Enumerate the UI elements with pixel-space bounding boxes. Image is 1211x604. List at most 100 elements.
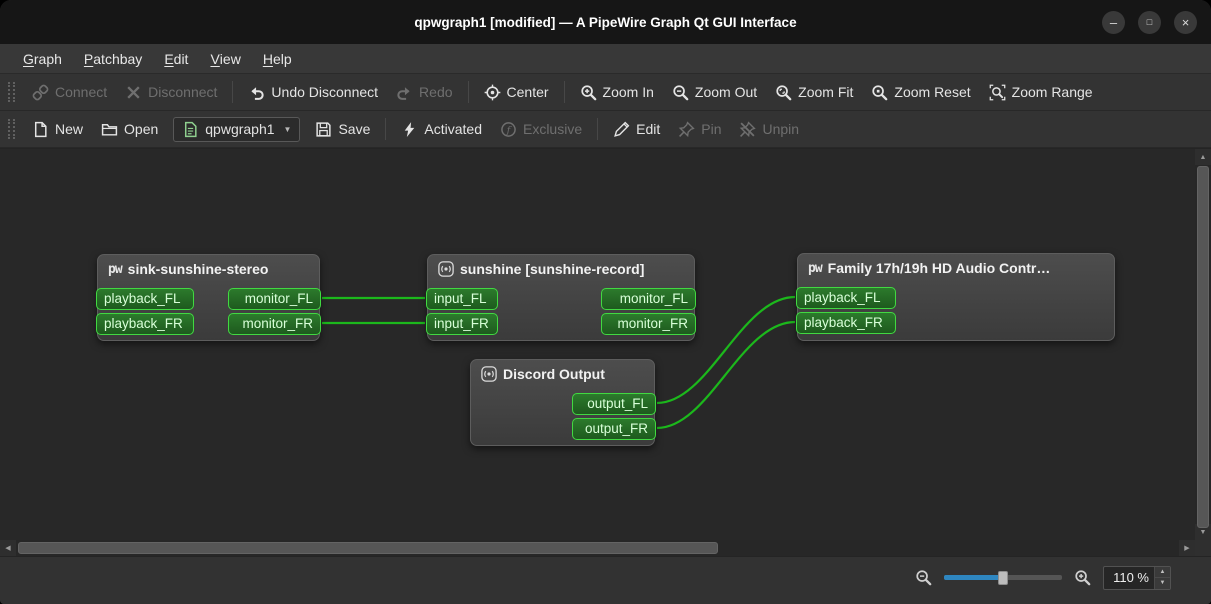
vertical-scrollbar[interactable]: ▲ ▼ [1195,149,1211,540]
toolbar-separator [563,81,565,103]
node-sink-sunshine-stereo[interactable]: pw sink-sunshine-stereo playback_FL play… [96,254,321,341]
zoom-percentage-spinbox[interactable]: 110 % ▲ ▼ [1103,565,1171,590]
menu-edit[interactable]: Edit [153,44,199,73]
toolbar-separator [597,118,599,140]
combo-dropdown-icon[interactable]: ▼ [284,125,292,134]
open-button[interactable]: Open [92,116,167,143]
pipewire-icon: pw [808,260,823,276]
center-button[interactable]: Center [475,79,558,106]
hscroll-track[interactable] [16,540,1179,556]
undo-disconnect-button[interactable]: Undo Disconnect [239,79,387,106]
zoom-fit-button[interactable]: Zoom Fit [766,79,862,106]
exclusive-toggle[interactable]: f Exclusive [491,116,591,143]
vscroll-thumb[interactable] [1197,166,1209,528]
port-monitor_FL[interactable]: monitor_FL [601,288,696,310]
redo-button[interactable]: Redo [387,79,461,106]
port-monitor_FL[interactable]: monitor_FL [228,288,321,310]
activated-toggle[interactable]: Activated [392,116,491,143]
zoom-out-button[interactable]: Zoom Out [663,79,766,106]
zoom-range-button[interactable]: Zoom Range [980,79,1102,106]
zoom-slider[interactable] [944,570,1062,586]
close-button[interactable]: × [1174,10,1197,34]
toolbar-separator [385,118,387,140]
menubar: Graph Patchbay Edit View Help [0,44,1211,74]
window-title: qpwgraph1 [modified] — A PipeWire Graph … [414,14,797,30]
vscroll-track[interactable] [1195,165,1211,528]
monitor-icon [438,261,454,277]
scroll-left-icon[interactable]: ◀ [0,540,16,556]
zoom-out-icon[interactable] [915,569,932,586]
menu-patchbay[interactable]: Patchbay [73,44,153,73]
maximize-button[interactable]: □ [1138,10,1161,34]
unpin-label: Unpin [762,121,800,137]
zoom-in-label: Zoom In [602,84,654,100]
session-combobox[interactable]: qpwgraph1 ▼ [173,116,301,142]
port-playback_FR[interactable]: playback_FR [796,312,896,334]
spin-down-icon[interactable]: ▼ [1155,577,1170,589]
node-discord-output[interactable]: Discord Output output_FL output_FR [470,359,656,446]
svg-text:f: f [506,124,512,135]
zoom-reset-button[interactable]: Zoom Reset [862,79,979,106]
spin-up-icon[interactable]: ▲ [1155,566,1170,577]
zoom-value: 110 % [1113,570,1149,585]
menu-help[interactable]: Help [252,44,303,73]
node-title: Family 17h/19h HD Audio Contr… [827,260,1051,276]
session-name: qpwgraph1 [205,121,275,137]
port-monitor_FR[interactable]: monitor_FR [228,313,321,335]
activated-label: Activated [424,121,482,137]
new-button[interactable]: New [23,116,92,143]
node-sunshine[interactable]: sunshine [sunshine-record] input_FL inpu… [426,254,696,341]
port-playback_FL[interactable]: playback_FL [96,288,194,310]
new-file-icon [32,121,49,138]
minimize-button[interactable]: – [1102,10,1125,34]
toolbar-handle[interactable] [8,119,15,139]
statusbar: 110 % ▲ ▼ [0,556,1211,604]
zoom-in-icon[interactable] [1074,569,1091,586]
connections-layer [321,295,796,430]
new-label: New [55,121,84,137]
node-title: sink-sunshine-stereo [127,261,269,277]
menu-graph[interactable]: Graph [12,44,73,73]
port-input_FR[interactable]: input_FR [426,313,498,335]
pipewire-icon: pw [108,261,123,277]
toolbar-separator [467,81,469,103]
port-playback_FL[interactable]: playback_FL [796,287,896,309]
save-button[interactable]: Save [306,116,379,143]
save-label: Save [338,121,371,137]
titlebar[interactable]: qpwgraph1 [modified] — A PipeWire Graph … [0,0,1211,44]
zoom-in-button[interactable]: Zoom In [571,79,663,106]
scroll-right-icon[interactable]: ▶ [1179,540,1195,556]
toolbar-handle[interactable] [8,82,15,102]
connect-label: Connect [55,84,108,100]
hscroll-thumb[interactable] [18,542,718,554]
port-output_FR[interactable]: output_FR [572,418,656,440]
node-header: pw Family 17h/19h HD Audio Contr… [798,254,1114,279]
unpin-button[interactable]: Unpin [730,116,808,143]
pin-button[interactable]: Pin [669,116,730,143]
zoom-fit-icon [775,84,792,101]
port-input_FL[interactable]: input_FL [426,288,498,310]
zoom-slider-fill [944,574,1002,580]
redo-label: Redo [419,84,453,100]
scroll-up-icon[interactable]: ▲ [1195,149,1211,165]
undo-disconnect-label: Undo Disconnect [271,84,379,100]
undo-icon [248,84,265,101]
edit-button[interactable]: Edit [604,116,669,143]
zoom-slider-thumb[interactable] [998,570,1008,585]
node-family-hd-audio[interactable]: pw Family 17h/19h HD Audio Contr… playba… [796,253,1115,341]
graph-canvas[interactable]: pw sink-sunshine-stereo playback_FL play… [0,149,1195,540]
exclusive-icon: f [500,121,517,138]
monitor-icon [481,366,497,382]
horizontal-scrollbar[interactable]: ◀ ▶ [0,540,1195,556]
session-toolbar: New Open qpwgraph1 ▼ Save Activated f Ex… [0,111,1211,148]
port-output_FL[interactable]: output_FL [572,393,656,415]
disconnect-button[interactable]: Disconnect [116,79,226,106]
port-playback_FR[interactable]: playback_FR [96,313,194,335]
disconnect-label: Disconnect [148,84,218,100]
port-monitor_FR[interactable]: monitor_FR [601,313,696,335]
graph-area: pw sink-sunshine-stereo playback_FL play… [0,148,1211,556]
disconnect-icon [125,84,142,101]
menu-view[interactable]: View [199,44,251,73]
toolbar-separator [232,81,234,103]
connect-button[interactable]: Connect [23,79,116,106]
